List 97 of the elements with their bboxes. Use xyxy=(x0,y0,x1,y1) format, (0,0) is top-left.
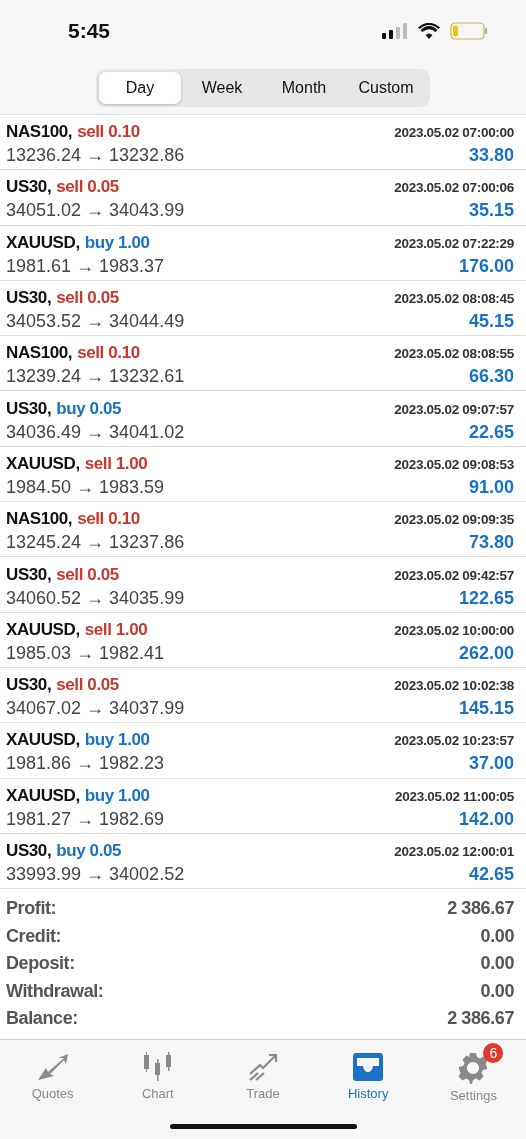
tab-bar-item[interactable]: Chart xyxy=(105,1039,211,1110)
deal-prices: 34036.49 → 34041.02 xyxy=(6,421,185,443)
deal-symbol: XAUUSD, xyxy=(6,453,80,474)
notification-badge: 6 xyxy=(483,1042,504,1063)
deal-time: 2023.05.02 09:08:53 xyxy=(394,456,514,472)
period-tab[interactable]: Week xyxy=(181,72,263,104)
deal-prices: 13245.24 → 13237.86 xyxy=(6,532,185,554)
summary-label: Profit: xyxy=(6,898,57,920)
deal-profit: 37.00 xyxy=(468,753,514,775)
deal-prices: 1984.50 → 1983.59 xyxy=(6,476,165,498)
deal-action: buy 0.05 xyxy=(56,841,122,861)
deal-action: sell 0.05 xyxy=(56,564,119,585)
deal-action: sell 0.10 xyxy=(77,122,140,143)
tab-bar-item[interactable]: History xyxy=(315,1039,421,1110)
settings-icon xyxy=(457,1051,490,1084)
inbox-icon xyxy=(351,1051,386,1082)
deal-prices: 1985.03 → 1982.41 xyxy=(6,642,165,664)
deal-action: sell 1.00 xyxy=(84,619,148,640)
deal-symbol: US30, xyxy=(6,841,52,861)
deal-profit: 35.15 xyxy=(468,200,514,222)
deal-action: buy 1.00 xyxy=(84,730,150,751)
deal-profit: 142.00 xyxy=(458,808,514,830)
deal-symbol: NAS100, xyxy=(6,122,73,143)
deal-profit: 262.00 xyxy=(458,642,514,664)
deal-action: sell 0.10 xyxy=(77,509,140,530)
deal-profit: 22.65 xyxy=(468,421,514,443)
clock: 5:45 xyxy=(68,19,111,43)
deal-action: sell 0.05 xyxy=(56,288,119,309)
deal-action: sell 1.00 xyxy=(84,453,148,474)
summary-value: 0.00 xyxy=(480,925,514,947)
deal-prices: 34051.02 → 34043.99 xyxy=(6,200,185,222)
deal-action: buy 1.00 xyxy=(84,232,150,253)
deal-time: 2023.05.02 07:22:29 xyxy=(394,235,514,251)
deal-symbol: XAUUSD, xyxy=(6,232,80,253)
deal-time: 2023.05.02 11:00:05 xyxy=(395,788,514,804)
deal-profit: 33.80 xyxy=(468,145,514,167)
deal-prices: 13239.24 → 13232.61 xyxy=(6,366,185,388)
deal-prices: 1981.27 → 1982.69 xyxy=(6,808,165,830)
deal-time: 2023.05.02 12:00:01 xyxy=(394,844,514,859)
deal-time: 2023.05.02 07:00:06 xyxy=(394,180,514,196)
summary-label: Deposit: xyxy=(6,953,75,975)
deal-prices: 34060.52 → 34035.99 xyxy=(6,587,185,609)
deal-profit: 45.15 xyxy=(468,311,514,333)
deal-prices: 34067.02 → 34037.99 xyxy=(6,698,185,720)
deal-time: 2023.05.02 08:08:45 xyxy=(394,291,514,307)
deal-time: 2023.05.02 09:09:35 xyxy=(394,512,514,528)
deal-symbol: US30, xyxy=(6,177,52,198)
deal-symbol: XAUUSD, xyxy=(6,619,80,640)
deal-profit: 66.30 xyxy=(468,366,514,388)
deal-symbol: NAS100, xyxy=(6,509,73,530)
wifi-icon xyxy=(418,23,440,39)
summary-value: 2 386.67 xyxy=(447,1008,514,1030)
deal-time: 2023.05.02 09:42:57 xyxy=(394,567,514,583)
summary-value: 2 386.67 xyxy=(447,898,514,920)
deal-profit: 176.00 xyxy=(458,255,514,277)
deal-profit: 122.65 xyxy=(458,587,514,609)
tab-bar-item[interactable]: 6 Settings xyxy=(420,1039,526,1110)
signal-icon xyxy=(382,23,408,39)
deal-symbol: US30, xyxy=(6,675,52,696)
deal-prices: 1981.61 → 1983.37 xyxy=(6,255,165,277)
deal-symbol: US30, xyxy=(6,564,52,585)
deal-prices: 34053.52 → 34044.49 xyxy=(6,311,185,333)
period-tab[interactable]: Day xyxy=(99,72,181,104)
deal-time: 2023.05.02 07:00:00 xyxy=(394,125,514,141)
deal-action: buy 0.05 xyxy=(56,398,122,419)
summary-label: Withdrawal: xyxy=(6,980,104,1002)
deal-time: 2023.05.02 09:07:57 xyxy=(394,401,514,417)
deal-time: 2023.05.02 10:02:38 xyxy=(394,678,514,694)
summary-label: Balance: xyxy=(6,1008,78,1030)
deal-time: 2023.05.02 10:23:57 xyxy=(394,733,514,749)
deal-prices: 13236.24 → 13232.86 xyxy=(6,145,185,167)
deal-action: sell 0.10 xyxy=(77,343,140,364)
deal-profit: 42.65 xyxy=(468,864,514,885)
summary-value: 0.00 xyxy=(480,980,514,1002)
deal-symbol: US30, xyxy=(6,398,52,419)
period-tab[interactable]: Custom xyxy=(345,72,427,104)
deal-time: 2023.05.02 10:00:00 xyxy=(394,622,514,638)
deal-prices: 33993.99 → 34002.52 xyxy=(6,864,185,885)
tab-bar-item[interactable]: Quotes xyxy=(0,1039,106,1110)
deal-symbol: NAS100, xyxy=(6,343,73,364)
deal-action: buy 1.00 xyxy=(84,785,150,806)
deal-time: 2023.05.02 08:08:55 xyxy=(394,346,514,362)
deal-symbol: XAUUSD, xyxy=(6,730,80,751)
deal-prices: 1981.86 → 1982.23 xyxy=(6,753,165,775)
arrows-icon xyxy=(35,1051,70,1082)
deal-profit: 145.15 xyxy=(458,698,514,720)
summary-value: 0.00 xyxy=(480,953,514,975)
deal-symbol: US30, xyxy=(6,288,52,309)
deal-action: sell 0.05 xyxy=(56,675,119,696)
deal-symbol: XAUUSD, xyxy=(6,785,80,806)
battery-icon xyxy=(450,22,488,40)
deal-action: sell 0.05 xyxy=(56,177,119,198)
deal-profit: 91.00 xyxy=(468,476,514,498)
deal-profit: 73.80 xyxy=(468,532,514,554)
summary-label: Credit: xyxy=(6,925,62,947)
tab-bar-item[interactable]: Trade xyxy=(210,1039,316,1110)
period-tab[interactable]: Month xyxy=(263,72,345,104)
